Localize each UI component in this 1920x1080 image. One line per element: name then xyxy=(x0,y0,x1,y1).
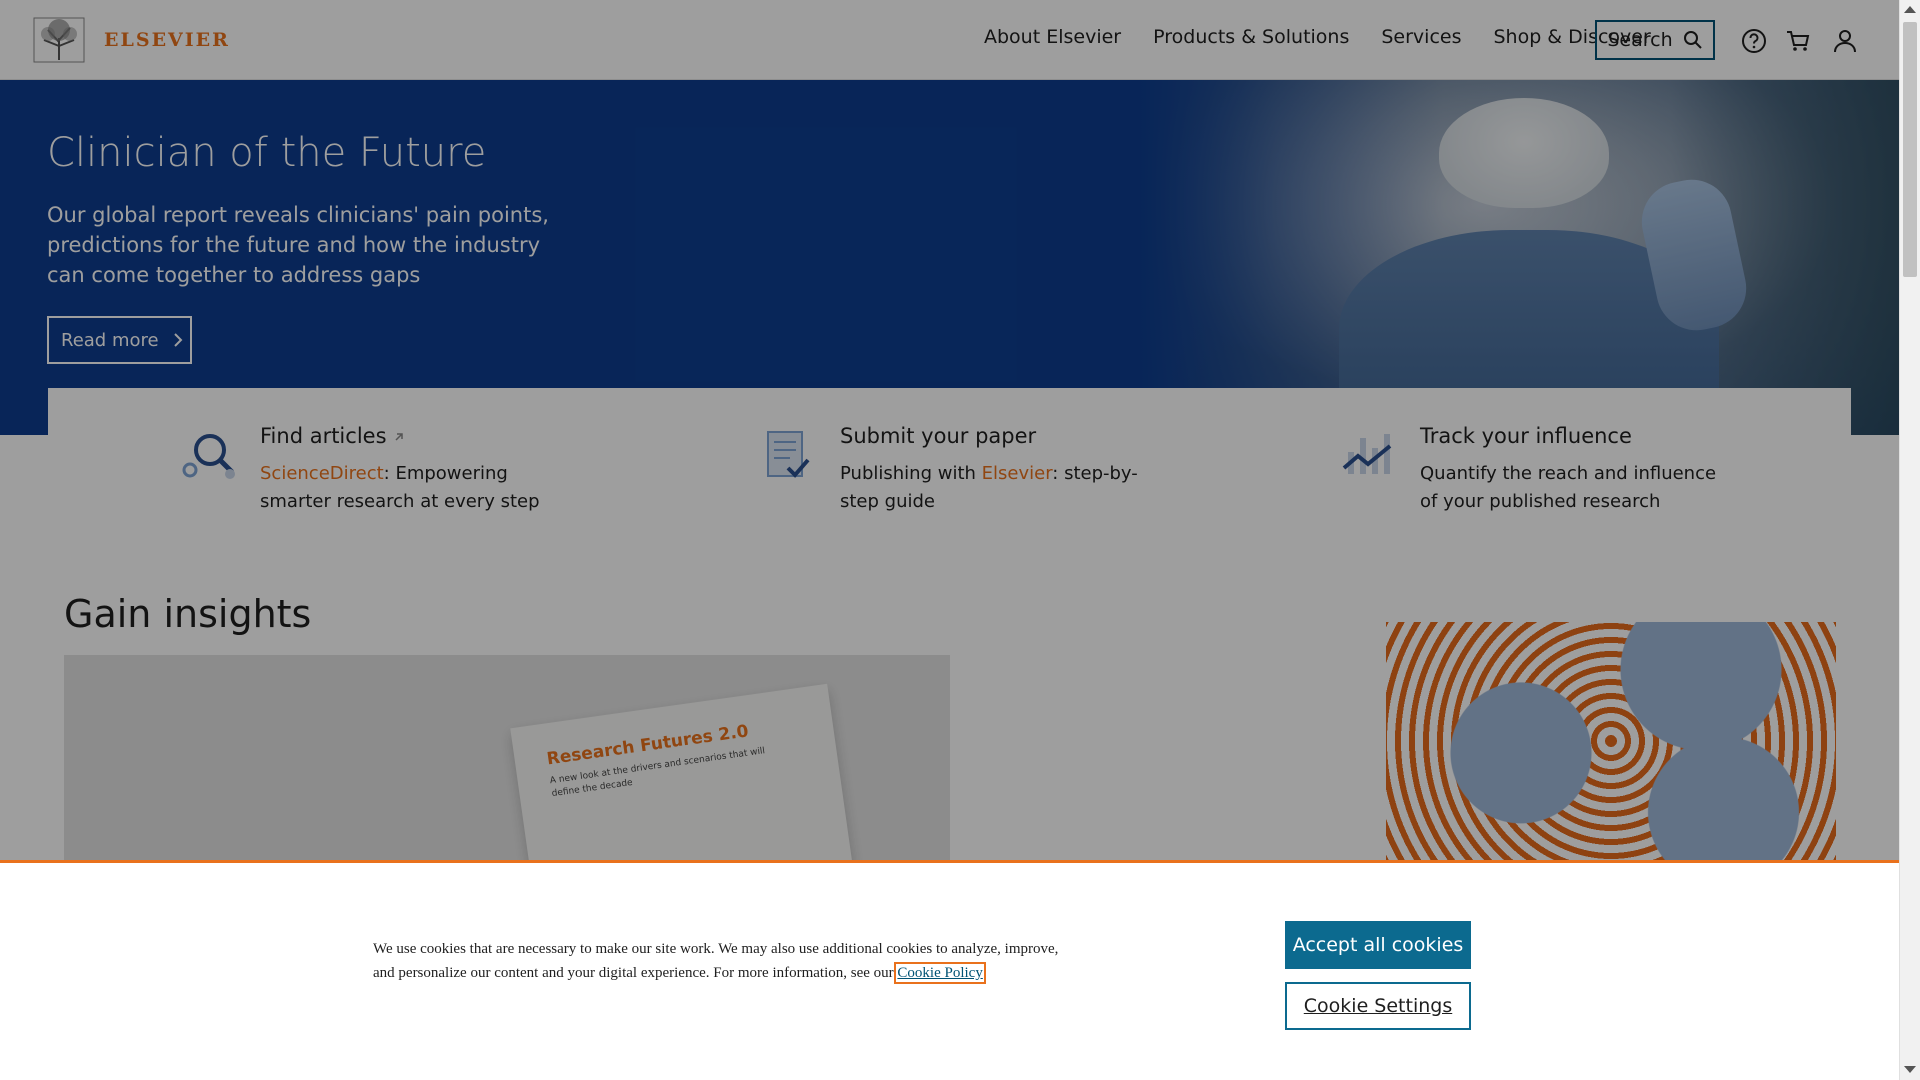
accept-all-cookies-button[interactable]: Accept all cookies xyxy=(1285,921,1471,969)
cookie-settings-button[interactable]: Cookie Settings xyxy=(1285,982,1471,1030)
cookie-banner: We use cookies that are necessary to mak… xyxy=(0,860,1899,1080)
scroll-down-icon[interactable] xyxy=(1904,1066,1916,1073)
scroll-thumb[interactable] xyxy=(1903,22,1917,277)
modal-overlay xyxy=(0,0,1899,860)
cookie-message: We use cookies that are necessary to mak… xyxy=(373,941,1059,984)
cookie-policy-link[interactable]: Cookie Policy xyxy=(894,962,986,984)
scroll-up-icon[interactable] xyxy=(1904,6,1916,13)
scrollbar[interactable] xyxy=(1899,0,1920,1080)
